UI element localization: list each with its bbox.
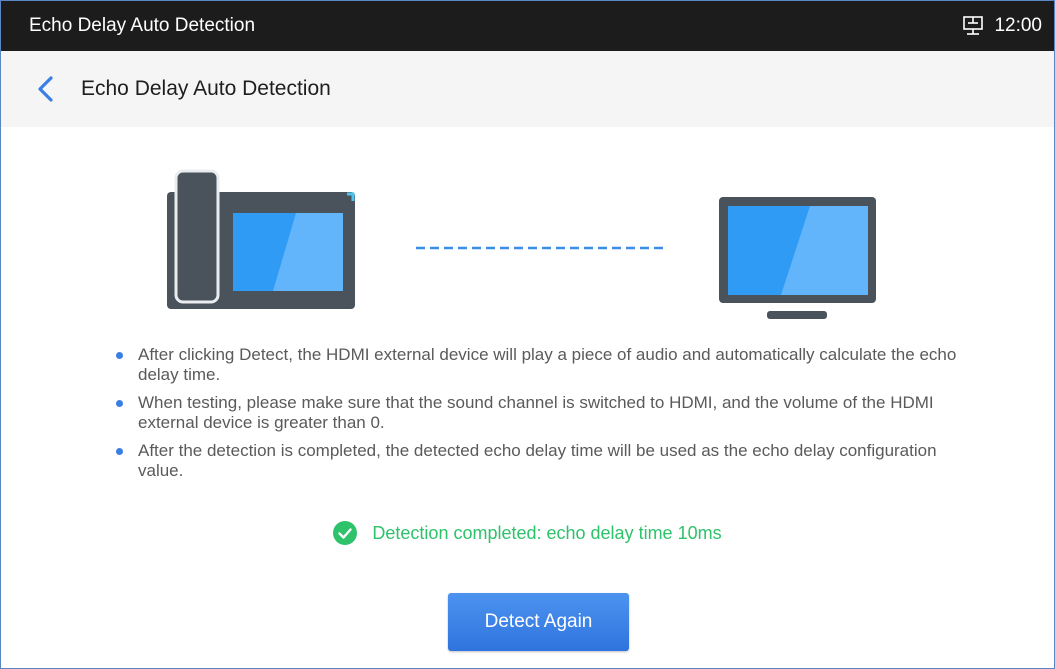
network-icon [963,16,984,35]
app-window: Echo Delay Auto Detection 12:00 Echo Del… [0,0,1055,669]
desk-phone-icon [167,169,355,309]
instruction-text: After clicking Detect, the HDMI external… [138,345,957,384]
instruction-item: After clicking Detect, the HDMI external… [114,345,974,385]
status-bar-right: 12:00 [962,15,1054,37]
status-bar: Echo Delay Auto Detection 12:00 [1,1,1054,51]
status-bar-title: Echo Delay Auto Detection [29,15,256,36]
bullet-dot [116,352,123,359]
result-text: Detection completed: echo delay time 10m… [372,522,722,543]
illustration [167,169,876,319]
detection-result: Detection completed: echo delay time 10m… [1,521,1054,545]
check-circle-icon [333,521,358,545]
instruction-item: When testing, please make sure that the … [114,393,974,433]
instruction-text: When testing, please make sure that the … [138,393,934,432]
status-bar-time: 12:00 [994,15,1042,36]
monitor-icon [719,197,876,319]
page-title: Echo Delay Auto Detection [81,77,331,100]
page-header: Echo Delay Auto Detection [1,51,1054,127]
bullet-dot [116,448,123,455]
instruction-item: After the detection is completed, the de… [114,441,974,481]
instruction-text: After the detection is completed, the de… [138,441,937,480]
instruction-list: After clicking Detect, the HDMI external… [114,345,974,489]
detect-again-button[interactable]: Detect Again [448,593,629,651]
chevron-left-icon[interactable] [35,75,57,103]
bullet-dot [116,400,123,407]
